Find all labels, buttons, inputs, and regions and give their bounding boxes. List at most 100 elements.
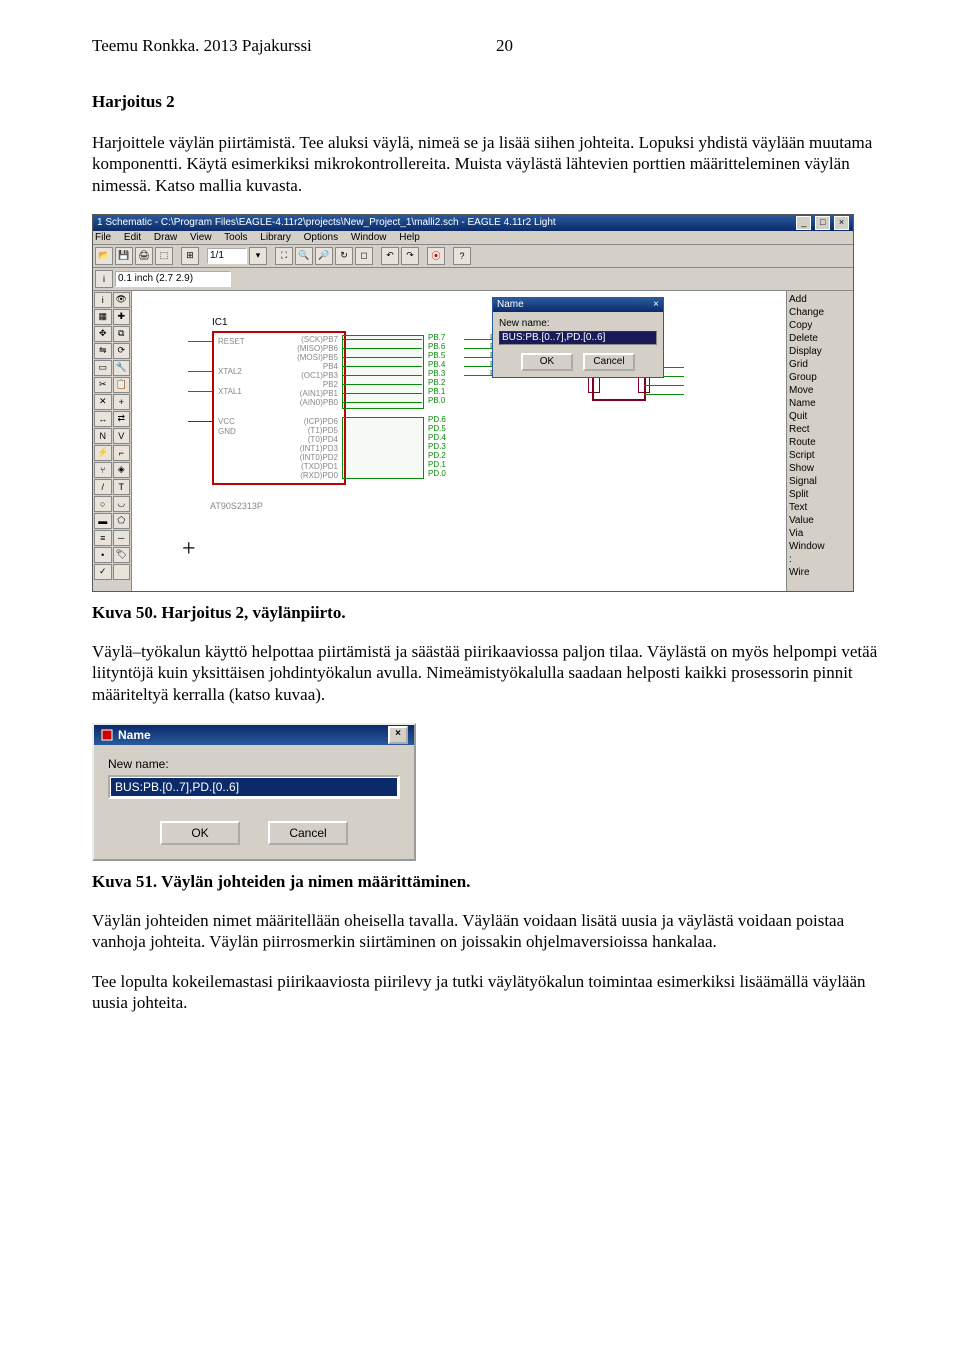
name-tool-icon[interactable]: N: [94, 428, 112, 444]
menu-file[interactable]: File: [95, 232, 111, 243]
cmd-display[interactable]: Display: [789, 345, 851, 358]
cmd-script[interactable]: Script: [789, 449, 851, 462]
pin-pb6: (MISO)PB6: [288, 344, 338, 353]
split-tool-icon[interactable]: ⑂: [94, 462, 112, 478]
eagle-canvas[interactable]: IC1 RESET XTAL2 XTAL1 VCC GND (SCK)PB7: [132, 291, 786, 591]
minimize-button[interactable]: _: [796, 216, 811, 230]
new-name-input[interactable]: [111, 778, 397, 796]
board-icon[interactable]: ⊞: [181, 247, 199, 265]
cam-icon[interactable]: ⬚: [155, 247, 173, 265]
sheet-selector[interactable]: 1/1: [207, 248, 247, 264]
cmd-window[interactable]: Window: [789, 540, 851, 553]
smash-tool-icon[interactable]: ⚡: [94, 445, 112, 461]
circle-tool-icon[interactable]: ○: [94, 496, 112, 512]
cmd-quit[interactable]: Quit: [789, 410, 851, 423]
cmd-group[interactable]: Group: [789, 371, 851, 384]
cmd-move[interactable]: Move: [789, 384, 851, 397]
redraw-icon[interactable]: ↻: [335, 247, 353, 265]
zoom-out-icon[interactable]: 🔎: [315, 247, 333, 265]
rect-tool-icon[interactable]: ▬: [94, 513, 112, 529]
sheet-dropdown-icon[interactable]: ▾: [249, 247, 267, 265]
miter-tool-icon[interactable]: ⌐: [113, 445, 131, 461]
menu-help[interactable]: Help: [399, 232, 420, 243]
cmd-route[interactable]: Route: [789, 436, 851, 449]
cmd-text[interactable]: Text: [789, 501, 851, 514]
help-icon[interactable]: ?: [453, 247, 471, 265]
ok-button[interactable]: OK: [521, 353, 573, 371]
layer-tool-icon[interactable]: ▦: [94, 309, 112, 325]
group-tool-icon[interactable]: ▭: [94, 360, 112, 376]
wire-stub: [188, 371, 212, 372]
value-tool-icon[interactable]: V: [113, 428, 131, 444]
net-tool-icon[interactable]: ─: [113, 530, 131, 546]
cmd-name[interactable]: Name: [789, 397, 851, 410]
pin-pd4: (T0)PD4: [288, 435, 338, 444]
cmd-delete[interactable]: Delete: [789, 332, 851, 345]
text-tool-icon[interactable]: T: [113, 479, 131, 495]
open-icon[interactable]: 📂: [95, 247, 113, 265]
paste-tool-icon[interactable]: 📋: [113, 377, 131, 393]
menu-options[interactable]: Options: [304, 232, 338, 243]
cmd-signal[interactable]: Signal: [789, 475, 851, 488]
menu-library[interactable]: Library: [260, 232, 291, 243]
stop-icon[interactable]: ⦿: [427, 247, 445, 265]
invoke-tool-icon[interactable]: ◈: [113, 462, 131, 478]
redo-icon[interactable]: ↷: [401, 247, 419, 265]
arc-tool-icon[interactable]: ◡: [113, 496, 131, 512]
cmd-show[interactable]: Show: [789, 462, 851, 475]
menu-view[interactable]: View: [190, 232, 212, 243]
cmd-change[interactable]: Change: [789, 306, 851, 319]
maximize-button[interactable]: □: [815, 216, 830, 230]
ic-label: IC1: [212, 317, 228, 328]
menu-tools[interactable]: Tools: [224, 232, 247, 243]
junction-tool-icon[interactable]: •: [94, 547, 112, 563]
new-name-input[interactable]: [499, 331, 657, 345]
info-tool-icon[interactable]: i: [94, 292, 112, 308]
rotate-tool-icon[interactable]: ⟳: [113, 343, 131, 359]
cmd-colon[interactable]: :: [789, 553, 851, 566]
pinswap-tool-icon[interactable]: ↔: [94, 411, 112, 427]
undo-icon[interactable]: ↶: [381, 247, 399, 265]
change-tool-icon[interactable]: 🔧: [113, 360, 131, 376]
erc-tool-icon[interactable]: ✓: [94, 564, 112, 580]
delete-tool-icon[interactable]: ✕: [94, 394, 112, 410]
net: [342, 375, 422, 376]
dialog-close-icon[interactable]: ×: [653, 298, 659, 312]
show-tool-icon[interactable]: 👁: [113, 292, 131, 308]
zoom-fit-icon[interactable]: ⛶: [275, 247, 293, 265]
bus-label: PB.2: [428, 378, 445, 387]
close-button[interactable]: ×: [834, 216, 849, 230]
dialog-close-icon[interactable]: ×: [388, 726, 408, 744]
polygon-tool-icon[interactable]: ⬠: [113, 513, 131, 529]
wire-tool-icon[interactable]: /: [94, 479, 112, 495]
gateswap-tool-icon[interactable]: ⇄: [113, 411, 131, 427]
menu-draw[interactable]: Draw: [154, 232, 177, 243]
bus-tool-icon[interactable]: ≡: [94, 530, 112, 546]
cut-tool-icon[interactable]: ✂: [94, 377, 112, 393]
cmd-copy[interactable]: Copy: [789, 319, 851, 332]
cmd-via[interactable]: Via: [789, 527, 851, 540]
cursor-icon[interactable]: i: [95, 270, 113, 288]
cmd-add[interactable]: Add: [789, 293, 851, 306]
cancel-button[interactable]: Cancel: [583, 353, 635, 371]
ok-button[interactable]: OK: [160, 821, 240, 845]
cmd-wire[interactable]: Wire: [789, 566, 851, 579]
mirror-tool-icon[interactable]: ⇋: [94, 343, 112, 359]
print-icon[interactable]: 🖨: [135, 247, 153, 265]
add-tool-icon[interactable]: +: [113, 394, 131, 410]
menu-edit[interactable]: Edit: [124, 232, 141, 243]
move-tool-icon[interactable]: ✥: [94, 326, 112, 342]
menu-window[interactable]: Window: [351, 232, 387, 243]
zoom-select-icon[interactable]: ◻: [355, 247, 373, 265]
copy-tool-icon[interactable]: ⧉: [113, 326, 131, 342]
label-tool-icon[interactable]: 🏷: [113, 547, 131, 563]
zoom-in-icon[interactable]: 🔍: [295, 247, 313, 265]
page-number: 20: [496, 36, 513, 56]
cmd-grid[interactable]: Grid: [789, 358, 851, 371]
cmd-rect[interactable]: Rect: [789, 423, 851, 436]
mark-tool-icon[interactable]: ✚: [113, 309, 131, 325]
save-icon[interactable]: 💾: [115, 247, 133, 265]
cmd-value[interactable]: Value: [789, 514, 851, 527]
cmd-split[interactable]: Split: [789, 488, 851, 501]
cancel-button[interactable]: Cancel: [268, 821, 348, 845]
